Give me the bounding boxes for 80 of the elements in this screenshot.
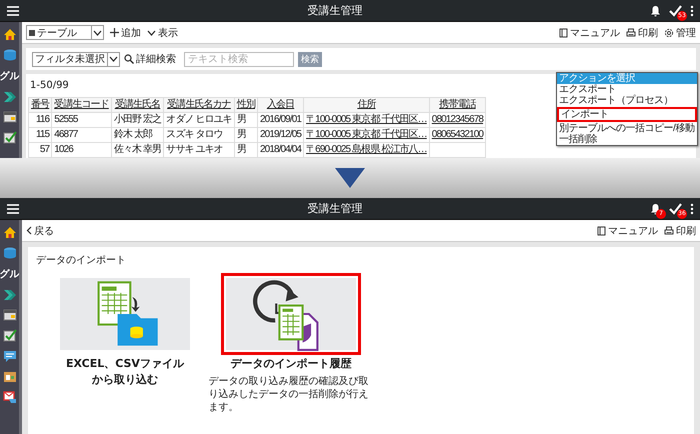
table-cell: 115 [28, 128, 52, 142]
table-cell: 52555 [52, 112, 112, 128]
add-button[interactable]: 追加 [110, 26, 141, 40]
menu-icon[interactable] [6, 202, 20, 214]
table-link[interactable]: 〒100-0005 東京都 千代田区… [304, 128, 430, 142]
column-header[interactable]: 携帯電話 [429, 98, 486, 112]
filter-select[interactable]: フィルタ未選択 [32, 52, 120, 66]
double-chevron-icon[interactable] [2, 289, 16, 301]
checkbox-icon[interactable] [2, 131, 16, 144]
square-icon [29, 30, 35, 36]
chevron-down-icon [147, 30, 156, 36]
chevron-down-icon [93, 30, 102, 36]
more-icon[interactable] [690, 202, 694, 214]
card-title[interactable]: EXCEL、CSVファイル [66, 357, 184, 371]
down-arrow-icon [335, 168, 365, 188]
column-header[interactable]: 番号 [28, 98, 52, 112]
chat-icon[interactable] [2, 350, 16, 363]
home-icon[interactable] [2, 226, 16, 239]
advanced-search-button[interactable]: 詳細検索 [124, 52, 176, 66]
card-title[interactable]: データのインポート履歴 [230, 357, 352, 371]
checkbox-icon[interactable] [2, 329, 16, 342]
table-cell: 鈴木 太郎 [111, 128, 164, 142]
chevron-down-icon [109, 56, 118, 62]
search-field[interactable]: テキスト検索 [184, 52, 294, 66]
menu-item[interactable]: インポート [559, 109, 695, 120]
window-title: 受講生管理 [306, 201, 364, 216]
mail-icon[interactable] [2, 391, 16, 404]
calendar-icon[interactable] [2, 309, 16, 321]
column-header[interactable]: 受講生コード [52, 98, 112, 112]
view-select[interactable]: テーブル [26, 25, 104, 40]
table-link[interactable]: 08065432100 [429, 128, 486, 142]
picture-icon[interactable] [2, 371, 16, 383]
manual-link[interactable]: マニュアル [597, 224, 658, 238]
record-count: 1-50/99 [30, 80, 69, 91]
database-icon[interactable] [2, 49, 16, 61]
back-link[interactable]: 戻る [26, 224, 54, 238]
column-header[interactable]: 住所 [304, 98, 430, 112]
database-icon[interactable] [2, 247, 16, 259]
double-chevron-icon[interactable] [2, 91, 16, 103]
table-cell: スズキ タロウ [164, 128, 234, 142]
window-title: 受講生管理 [306, 3, 364, 18]
table-cell: 46877 [52, 128, 112, 142]
table-link[interactable]: 〒100-0005 東京都 千代田区… [304, 112, 430, 128]
plus-icon [110, 28, 119, 37]
table-cell: 男 [234, 112, 258, 128]
more-icon[interactable] [690, 4, 694, 16]
table-cell: 116 [28, 112, 52, 128]
column-header[interactable]: 性別 [234, 98, 258, 112]
table-cell: 男 [234, 128, 258, 142]
book-icon [597, 226, 606, 236]
printer-icon [664, 226, 674, 236]
table-cell: オダノ ヒロユキ [164, 112, 234, 128]
column-header[interactable]: 受講生氏名カナ [164, 98, 234, 112]
print-link[interactable]: 印刷 [626, 26, 658, 40]
menu-item[interactable]: エクスポート（プロセス） [557, 95, 697, 106]
column-header[interactable]: 受講生氏名 [111, 98, 164, 112]
menu-item[interactable]: エクスポート [557, 84, 697, 95]
section-title: データのインポート [36, 254, 127, 267]
column-header[interactable]: 入会日 [258, 98, 304, 112]
table-cell: 小田野 宏之 [111, 112, 164, 128]
settings-link[interactable]: 管理 [664, 26, 696, 40]
home-icon[interactable] [2, 28, 16, 41]
printer-icon [626, 28, 636, 38]
table-link[interactable]: 08012345678 [429, 112, 486, 128]
print-link[interactable]: 印刷 [664, 224, 696, 238]
display-button[interactable]: 表示 [147, 26, 178, 40]
search-icon [124, 54, 134, 64]
card-description: データの取り込み履歴の確認及び取り込みしたデータの一括削除が行えます。 [208, 375, 370, 414]
bell-icon[interactable] [650, 4, 661, 16]
menu-icon[interactable] [6, 4, 20, 16]
table-cell: 2019/12/05 [258, 128, 304, 142]
manual-link[interactable]: マニュアル [559, 26, 620, 40]
settings-icon [664, 28, 674, 38]
menu-item[interactable]: 別テーブルへの一括コピー/移動 [557, 123, 697, 134]
table-cell: 2016/09/01 [258, 112, 304, 128]
calendar-icon[interactable] [2, 111, 16, 123]
chevron-left-icon [26, 226, 32, 235]
menu-item[interactable]: 一括削除 [557, 134, 697, 145]
book-icon [559, 28, 568, 38]
card-title[interactable]: から取り込む [92, 373, 158, 387]
